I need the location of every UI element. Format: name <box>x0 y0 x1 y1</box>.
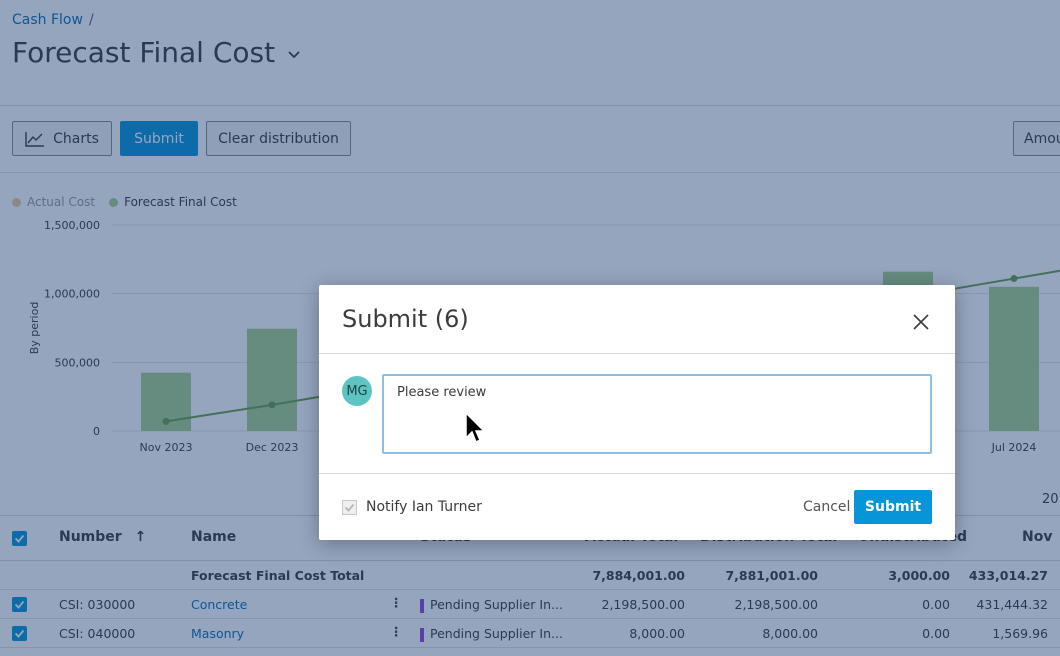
dialog-footer-divider <box>319 473 955 474</box>
close-icon[interactable] <box>909 310 933 334</box>
cash-flow-app: Cash Flow / Forecast Final Cost Charts Su… <box>0 0 1060 656</box>
mouse-pointer-icon <box>465 411 486 444</box>
dialog-title: Submit (6) <box>342 305 469 333</box>
notify-checkbox[interactable]: Notify Ian Turner <box>342 499 482 515</box>
check-icon <box>344 503 355 512</box>
dialog-header-divider <box>319 353 955 354</box>
notify-checkbox-box[interactable] <box>342 499 357 515</box>
notify-label: Notify Ian Turner <box>366 499 482 515</box>
submit-dialog: Submit (6) MG Notify Ian Turner Cancel S… <box>319 285 955 540</box>
cancel-button[interactable]: Cancel <box>803 499 850 515</box>
dialog-submit-button[interactable]: Submit <box>854 490 932 524</box>
avatar: MG <box>342 376 372 406</box>
